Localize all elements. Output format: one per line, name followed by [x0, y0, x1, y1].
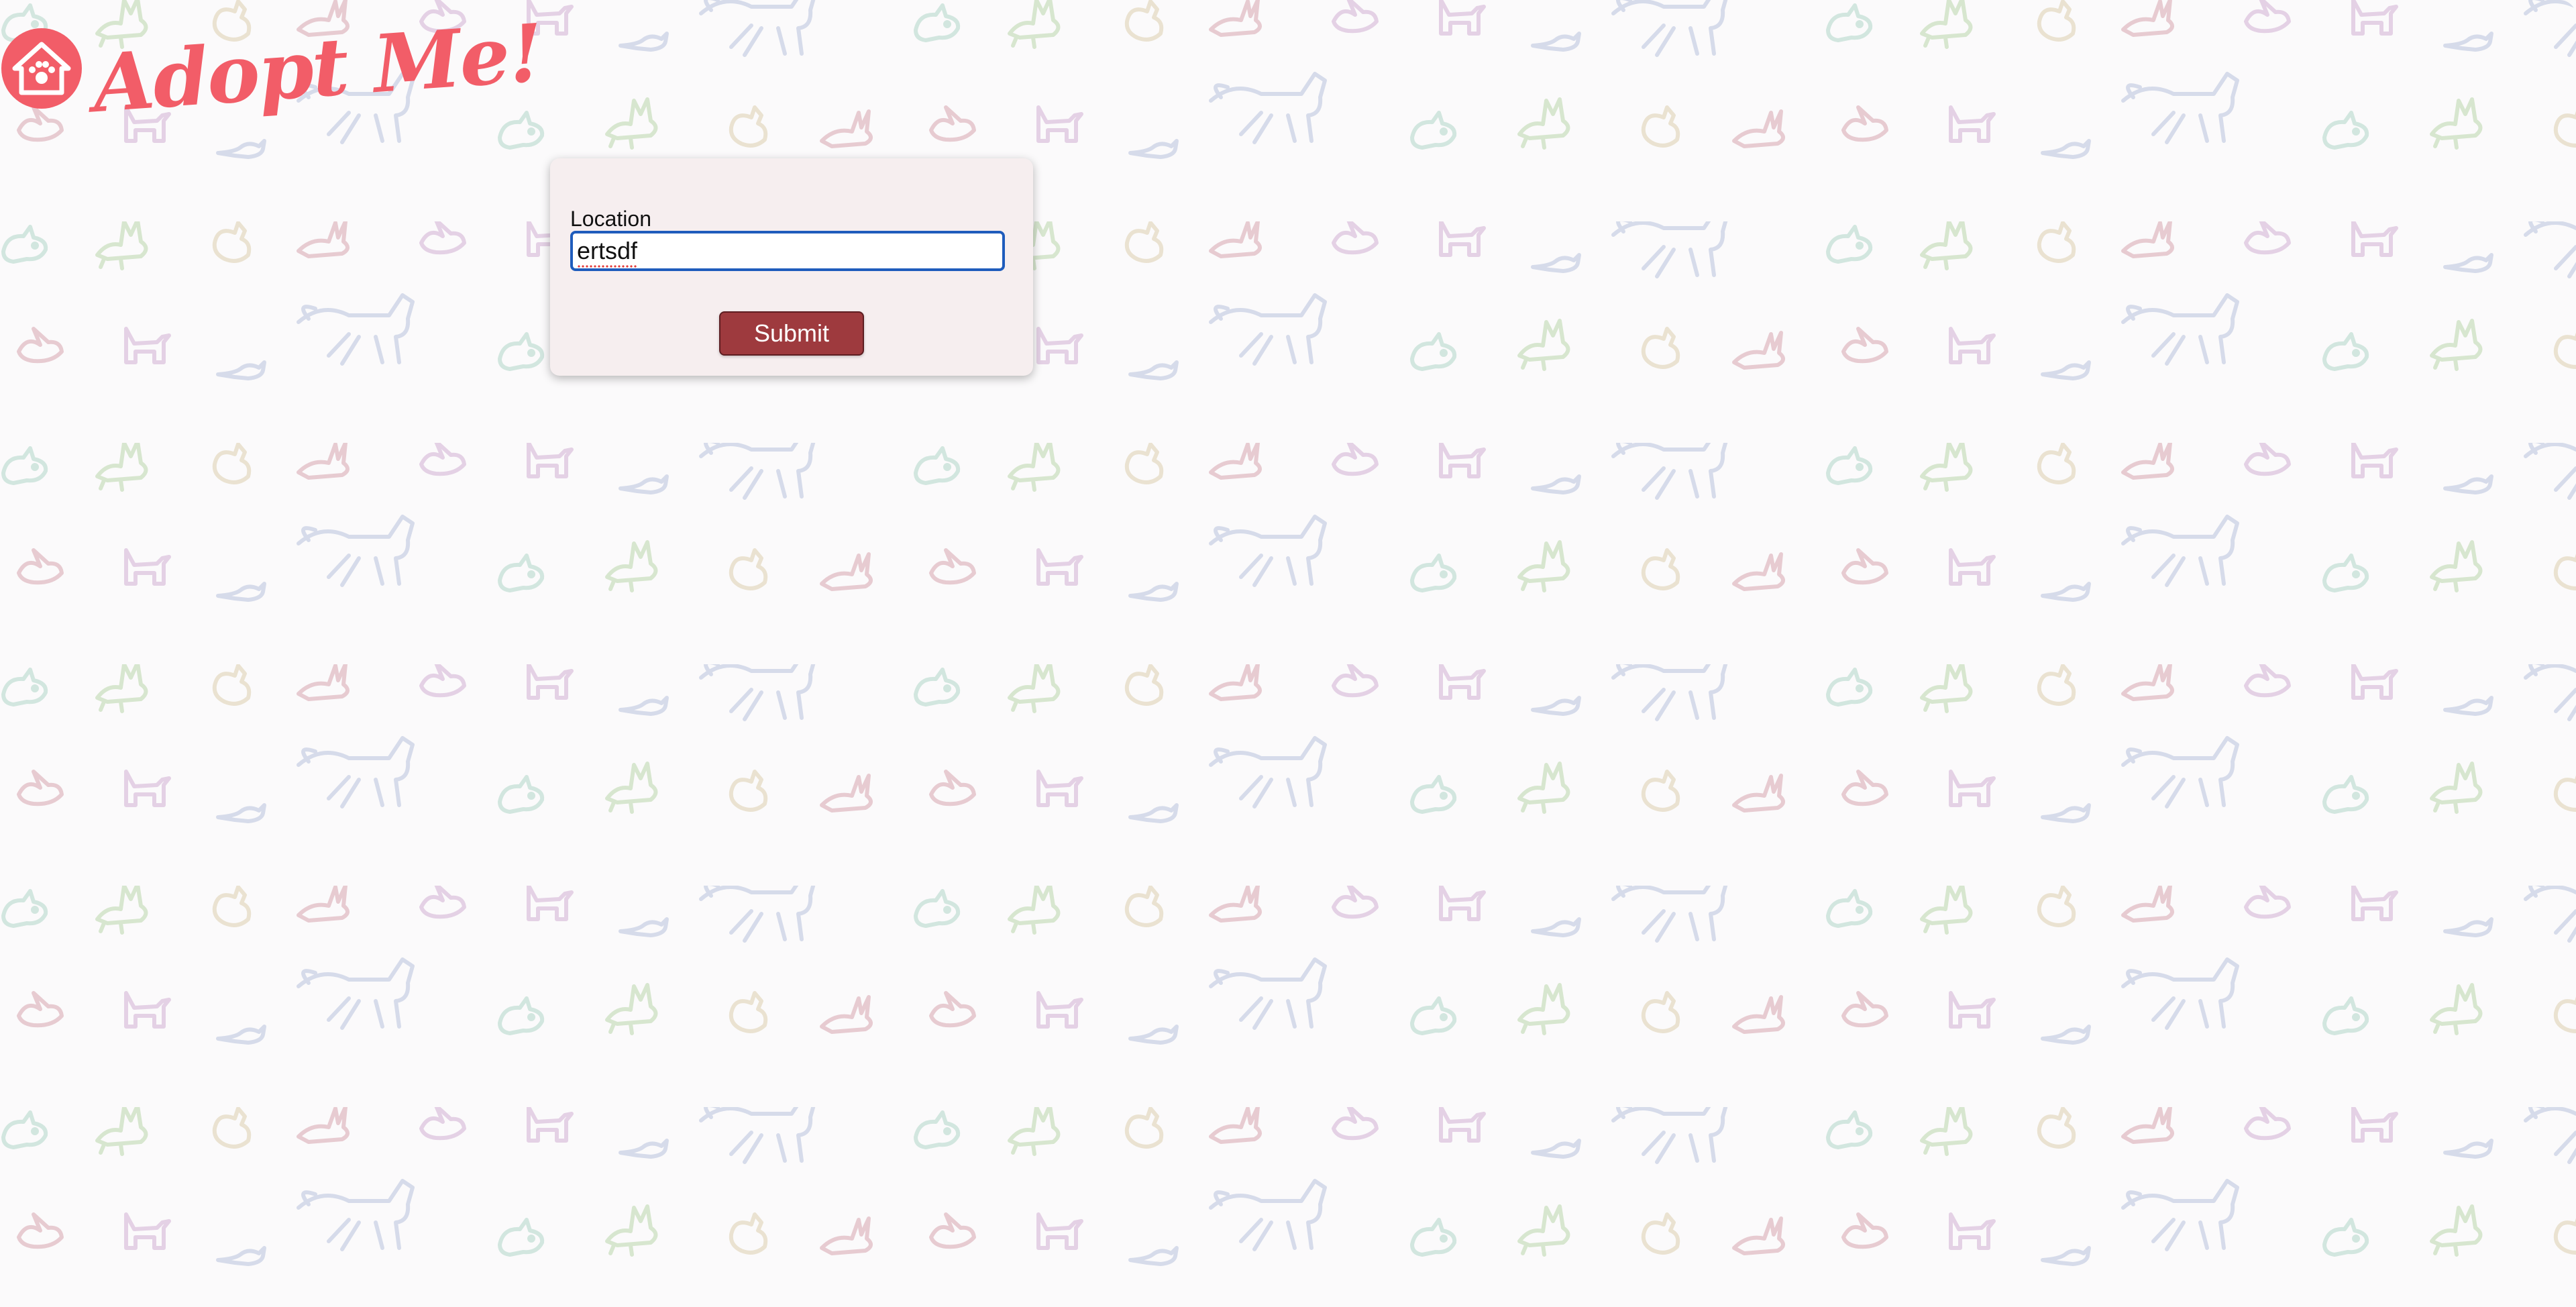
house-paw-icon — [1, 28, 82, 109]
submit-button[interactable]: Submit — [719, 311, 864, 356]
animal-pattern-background — [0, 0, 2576, 1307]
home-logo-link[interactable]: Adopt Me! — [0, 6, 545, 130]
spellcheck-underline — [577, 264, 637, 268]
logo-text: Adopt Me! — [89, 5, 545, 131]
search-form: Location Submit — [550, 158, 1033, 376]
page: Adopt Me! Location Submit — [0, 0, 2576, 1307]
location-label: Location — [570, 207, 651, 231]
